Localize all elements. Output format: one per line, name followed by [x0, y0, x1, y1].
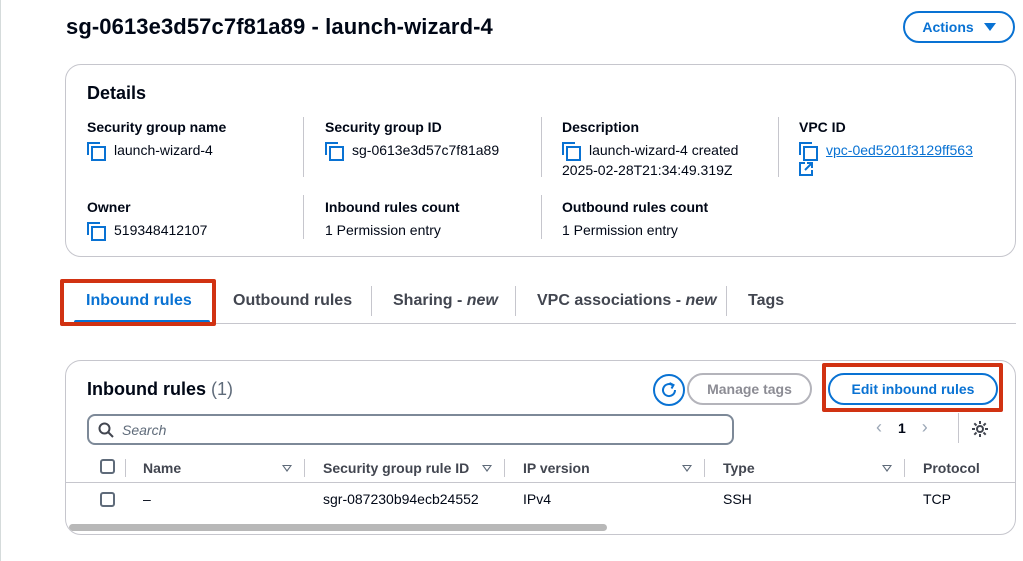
- select-all-checkbox[interactable]: [100, 459, 115, 474]
- pagination-separator: [958, 413, 959, 443]
- detail-owner: Owner 519348412107: [87, 199, 208, 241]
- cell-protocol: TCP: [923, 491, 951, 507]
- tab-separator: [515, 286, 516, 316]
- sort-caret-icon[interactable]: [482, 465, 492, 472]
- cell-rule-id: sgr-087230b94ecb24552: [323, 491, 479, 507]
- column-separator: [125, 459, 126, 477]
- rules-title-text: Inbound rules: [87, 379, 206, 399]
- rules-title: Inbound rules (1): [87, 379, 233, 400]
- column-separator: [304, 459, 305, 477]
- external-link-icon[interactable]: [799, 162, 813, 176]
- detail-value: 519348412107: [114, 222, 208, 238]
- actions-button[interactable]: Actions: [903, 11, 1015, 43]
- detail-outbound-count: Outbound rules count 1 Permission entry: [562, 199, 708, 240]
- row-checkbox[interactable]: [100, 492, 115, 507]
- detail-value: launch-wizard-4: [114, 142, 213, 158]
- tab-separator: [726, 286, 727, 316]
- detail-value: sg-0613e3d57c7f81a89: [352, 142, 500, 158]
- detail-value: launch-wizard-4 created: [589, 142, 739, 158]
- details-panel: Details Security group name launch-wizar…: [65, 64, 1016, 257]
- search-icon: [98, 422, 114, 438]
- cell-ip-version: IPv4: [523, 491, 552, 507]
- column-divider: [541, 195, 542, 239]
- tab-separator: [371, 286, 372, 316]
- copy-icon[interactable]: [87, 142, 106, 161]
- tab-outbound-rules[interactable]: Outbound rules: [233, 278, 352, 324]
- highlight-box-edit-button: [822, 363, 1003, 412]
- detail-description: Description launch-wizard-4 created 2025…: [562, 119, 738, 180]
- detail-label: Security group ID: [325, 119, 442, 135]
- tab-label: Outbound rules: [233, 292, 353, 309]
- column-divider: [778, 117, 779, 177]
- detail-value: 1 Permission entry: [325, 222, 441, 238]
- prev-page-icon[interactable]: ‹: [876, 417, 882, 438]
- table-header: Name Security group rule ID IP version T…: [66, 453, 1015, 483]
- column-header-protocol[interactable]: Protocol: [923, 460, 980, 476]
- cell-type: SSH: [723, 491, 752, 507]
- sort-caret-icon[interactable]: [682, 465, 692, 472]
- detail-label: Outbound rules count: [562, 199, 709, 215]
- tab-label: Sharing -: [393, 292, 467, 309]
- column-separator: [904, 459, 905, 477]
- column-header-rule-id[interactable]: Security group rule ID: [323, 460, 469, 476]
- detail-label: Owner: [87, 199, 131, 215]
- tab-tags[interactable]: Tags: [748, 278, 784, 324]
- detail-sg-name: Security group name launch-wizard-4: [87, 119, 227, 161]
- tab-new-badge: new: [466, 292, 498, 309]
- column-separator: [504, 459, 505, 477]
- rules-count: (1): [211, 379, 234, 399]
- tab-label: VPC associations -: [537, 292, 686, 309]
- detail-value: 1 Permission entry: [562, 222, 678, 238]
- horizontal-scrollbar[interactable]: [69, 524, 607, 531]
- tab-vpc-associations[interactable]: VPC associations - new: [537, 278, 717, 324]
- pagination: ‹ 1 ›: [876, 417, 928, 438]
- detail-vpc-id: VPC ID vpc-0ed5201f3129ff563: [799, 119, 973, 181]
- tab-new-badge: new: [685, 292, 717, 309]
- manage-tags-label: Manage tags: [707, 381, 792, 397]
- next-page-icon[interactable]: ›: [922, 417, 928, 438]
- gear-icon[interactable]: [971, 420, 989, 438]
- search-input[interactable]: [122, 421, 712, 438]
- column-separator: [704, 459, 705, 477]
- detail-label: Security group name: [87, 119, 227, 135]
- detail-inbound-count: Inbound rules count 1 Permission entry: [325, 199, 460, 240]
- copy-icon[interactable]: [562, 142, 581, 161]
- column-divider: [541, 117, 542, 177]
- detail-value-line2: 2025-02-28T21:34:49.319Z: [562, 162, 733, 178]
- vpc-id-link[interactable]: vpc-0ed5201f3129ff563: [826, 140, 973, 160]
- tab-label: Tags: [748, 292, 785, 309]
- actions-button-label: Actions: [922, 19, 974, 35]
- manage-tags-button[interactable]: Manage tags: [687, 373, 812, 405]
- detail-label: VPC ID: [799, 119, 846, 135]
- page-title: sg-0613e3d57c7f81a89 - launch-wizard-4: [66, 14, 493, 39]
- column-header-name[interactable]: Name: [143, 460, 181, 476]
- search-field[interactable]: [87, 414, 734, 445]
- details-title: Details: [87, 83, 147, 103]
- tab-sharing[interactable]: Sharing - new: [393, 278, 498, 324]
- current-page[interactable]: 1: [898, 420, 906, 436]
- sort-caret-icon[interactable]: [882, 465, 892, 472]
- refresh-button[interactable]: [653, 374, 685, 406]
- detail-label: Description: [562, 119, 640, 135]
- column-header-type[interactable]: Type: [723, 460, 755, 476]
- column-divider: [303, 117, 304, 177]
- highlight-box-inbound-tab: [60, 279, 216, 326]
- column-divider: [303, 195, 304, 239]
- caret-down-icon: [983, 23, 996, 31]
- sort-caret-icon[interactable]: [282, 465, 292, 472]
- copy-icon[interactable]: [87, 222, 106, 241]
- left-border: [0, 0, 1, 561]
- detail-sg-id: Security group ID sg-0613e3d57c7f81a89: [325, 119, 500, 161]
- detail-label: Inbound rules count: [325, 199, 460, 215]
- refresh-icon: [662, 382, 677, 398]
- copy-icon[interactable]: [799, 142, 818, 161]
- copy-icon[interactable]: [325, 142, 344, 161]
- cell-name: –: [143, 491, 151, 507]
- column-header-ip-version[interactable]: IP version: [523, 460, 590, 476]
